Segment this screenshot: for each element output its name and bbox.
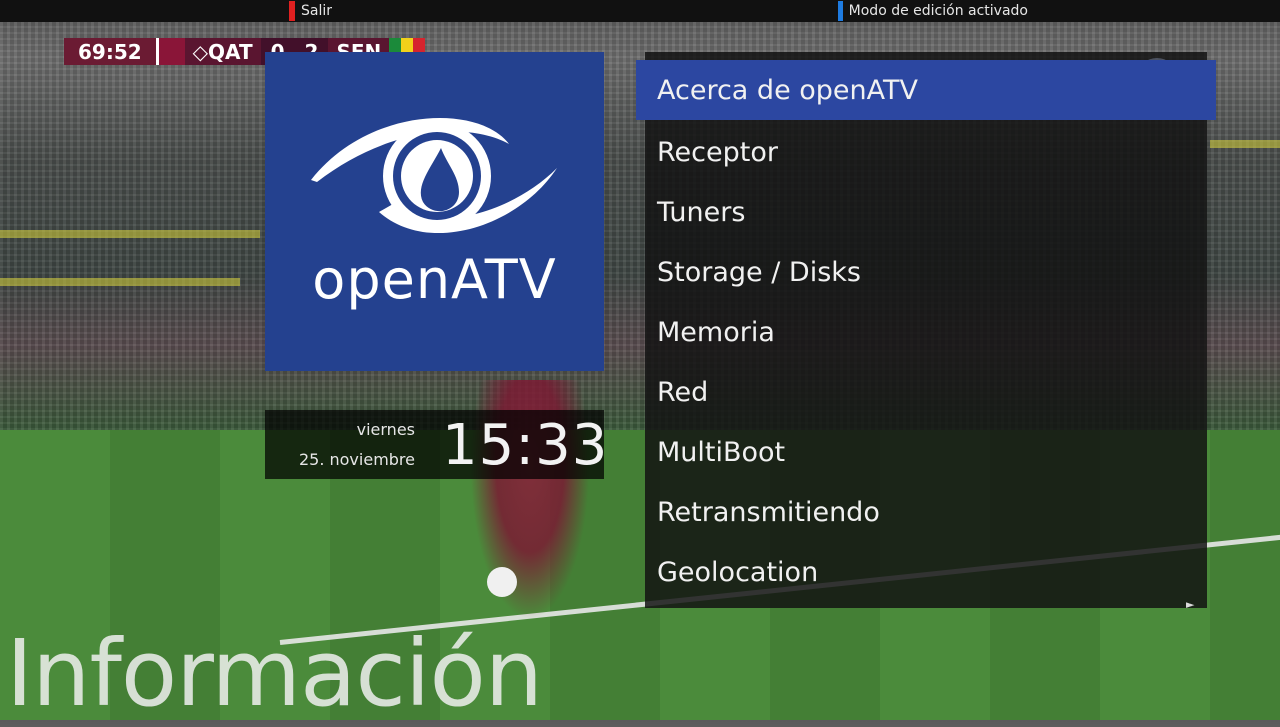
menu-item-about[interactable]: Acerca de openATV bbox=[636, 60, 1216, 120]
openatv-logo-text: openATV bbox=[312, 248, 557, 311]
blue-key-hint[interactable]: Modo de edición activado bbox=[838, 0, 1028, 22]
menu-item-multiboot[interactable]: MultiBoot bbox=[636, 422, 1216, 482]
menu-item-tuners[interactable]: Tuners bbox=[636, 182, 1216, 242]
background-ad-board bbox=[0, 230, 260, 238]
menu-item-receiver[interactable]: Receptor bbox=[636, 122, 1216, 182]
match-clock: 69:52 bbox=[64, 38, 156, 65]
red-key-label: Salir bbox=[301, 3, 333, 19]
menu-item-streaming[interactable]: Retransmitiendo bbox=[636, 482, 1216, 542]
background-ball bbox=[487, 567, 517, 597]
openatv-eye-icon bbox=[311, 118, 557, 234]
page-title: Información bbox=[6, 620, 543, 727]
home-team: ◇QAT bbox=[184, 38, 261, 65]
red-key-icon bbox=[289, 1, 295, 21]
background-ad-board bbox=[0, 278, 240, 286]
menu-item-storage[interactable]: Storage / Disks bbox=[636, 242, 1216, 302]
red-key-hint[interactable]: Salir bbox=[289, 0, 332, 22]
date: 25. noviembre bbox=[298, 450, 415, 469]
menu-item-geolocation[interactable]: Geolocation bbox=[636, 542, 1216, 602]
time: 15:33 bbox=[442, 413, 609, 478]
menu-item-memory[interactable]: Memoria bbox=[636, 302, 1216, 362]
datetime-box: viernes 25. noviembre 15:33 bbox=[265, 410, 607, 479]
blue-key-icon bbox=[838, 1, 843, 21]
openatv-logo-box: openATV bbox=[265, 52, 604, 371]
top-hint-bar bbox=[0, 0, 1280, 22]
background-ad-board bbox=[1210, 140, 1280, 148]
more-items-arrow-icon: ► bbox=[1186, 598, 1195, 611]
weekday: viernes bbox=[356, 420, 415, 439]
home-flag bbox=[155, 38, 185, 65]
blue-key-label: Modo de edición activado bbox=[848, 3, 1028, 19]
menu-item-network[interactable]: Red bbox=[636, 362, 1216, 422]
